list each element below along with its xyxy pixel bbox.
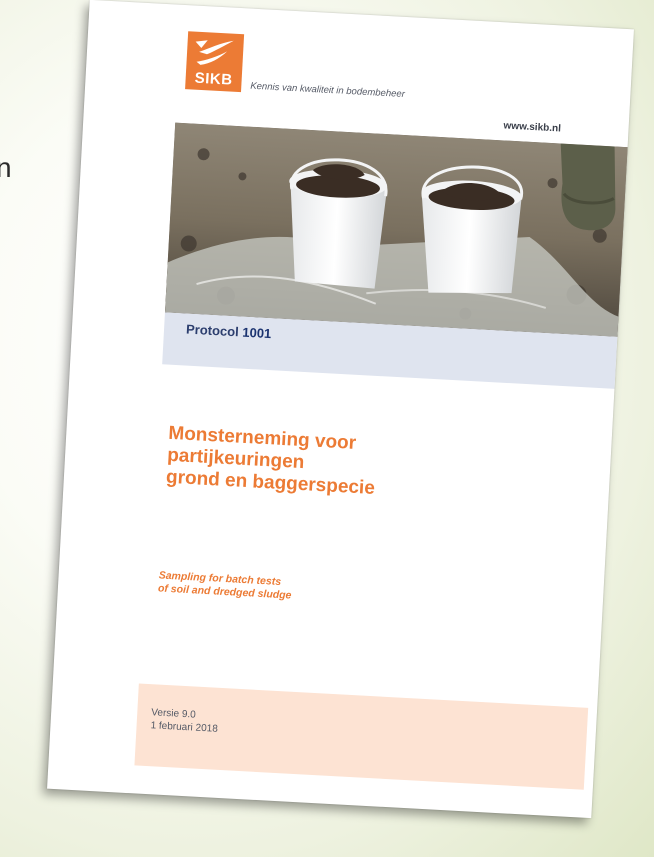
edge-letter: n xyxy=(0,152,12,183)
document-title: Monsterneming voor partijkeuringen grond… xyxy=(165,423,528,508)
document-subtitle: Sampling for batch tests of soil and dre… xyxy=(158,569,459,611)
logo-text: SIKB xyxy=(194,69,234,89)
document-cover: SIKB Kennis van kwaliteit in bodembeheer… xyxy=(47,0,634,819)
website-link: www.sikb.nl xyxy=(503,120,562,135)
tagline: Kennis van kwaliteit in bodembeheer xyxy=(250,80,406,101)
protocol-number: 1001 xyxy=(241,324,272,342)
version-box: Versie 9.0 1 februari 2018 xyxy=(134,683,589,790)
protocol-word: Protocol xyxy=(185,321,240,340)
version-date: 1 februari 2018 xyxy=(150,720,219,735)
bird-icon xyxy=(195,40,234,65)
protocol-label: Protocol 1001 xyxy=(186,322,272,342)
version-info: Versie 9.0 1 februari 2018 xyxy=(150,706,219,736)
soil-sample-buckets-photo xyxy=(164,122,629,337)
sikb-logo: SIKB xyxy=(185,31,245,93)
cover-photo xyxy=(164,122,629,337)
